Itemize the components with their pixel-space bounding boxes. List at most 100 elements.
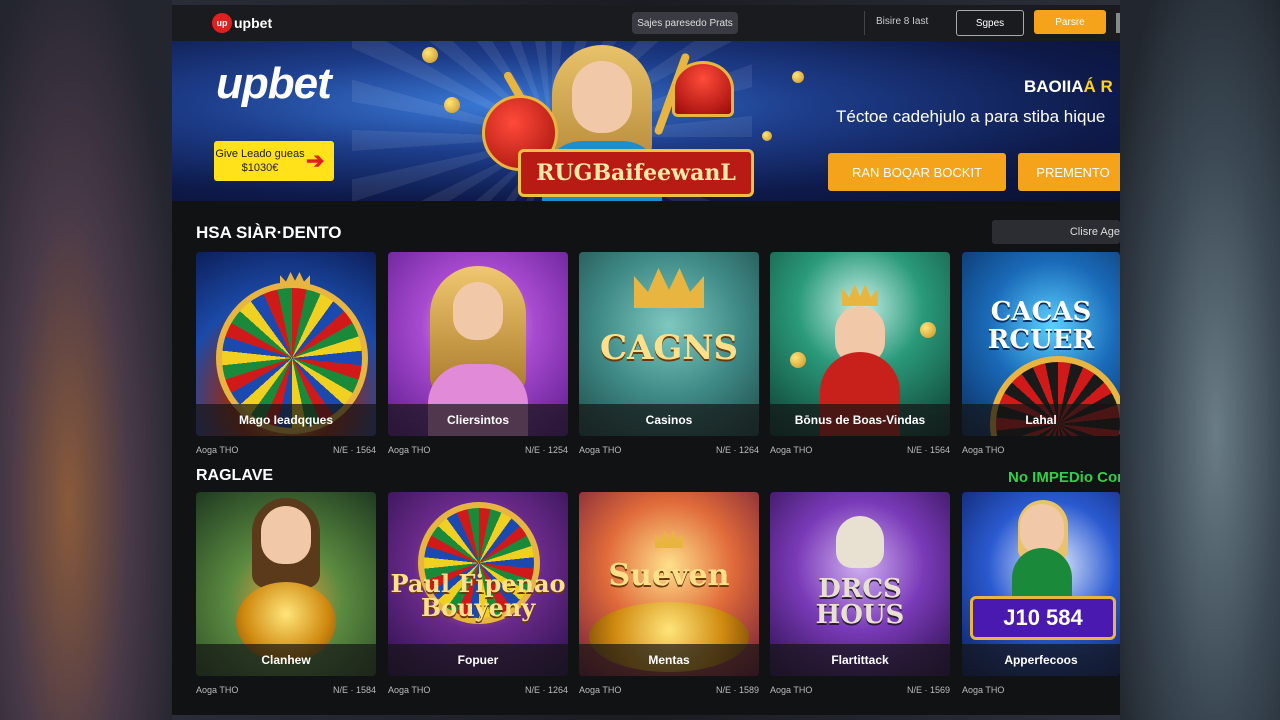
view-all-label: Clisre Age [1069, 226, 1120, 238]
game-provider: Aoga THO [770, 445, 813, 455]
search-button[interactable]: Sajes paresedo Prats [632, 12, 738, 34]
hero-title: BAOIIAÁ R [1024, 77, 1113, 97]
hero-banner[interactable]: upbet Give Leado gueas $1030€ ➔ RUGBaife… [172, 41, 1120, 201]
game-title: Lahal [962, 404, 1120, 436]
game-card[interactable]: CAGNS Casinos [579, 252, 759, 436]
game-meta-value: N/E · 1589 [715, 685, 759, 695]
game-meta: Aoga THO [962, 445, 1120, 455]
blurred-background-left [0, 0, 172, 720]
game-meta-value: N/E · 1584 [332, 685, 376, 695]
coin-icon [444, 97, 460, 113]
hero-primary-button[interactable]: RAN BOQAR BOCKIT [828, 153, 1006, 191]
game-provider: Aoga THO [196, 685, 239, 695]
hero-logo: upbet [216, 59, 332, 108]
game-meta-value: N/E · 1264 [715, 445, 759, 455]
hero-game-logo: RUGBaifeewanL [518, 149, 754, 197]
coin-icon [422, 47, 438, 63]
game-card[interactable]: Sueven Mentas [579, 492, 759, 676]
game-provider: Aoga THO [962, 445, 1005, 455]
divider [864, 11, 865, 35]
face-illustration [453, 282, 503, 340]
game-meta: Aoga THO N/E · 1264 [579, 445, 759, 455]
face-illustration [1020, 504, 1064, 554]
game-art-text: CACAS RCUER [987, 297, 1095, 355]
game-title: Cliersintos [388, 404, 568, 436]
header-logo-text: upbet [234, 15, 273, 31]
game-card[interactable]: Clanhew [196, 492, 376, 676]
casino-page: up upbet Sajes paresedo Prats Bisire 8 I… [172, 5, 1120, 715]
game-title: Casinos [579, 404, 759, 436]
promo-bonus-text: Give Leado gueas $1030€ [215, 148, 305, 174]
game-meta-value: N/E · 1564 [906, 445, 950, 455]
game-meta: Aoga THO N/E · 1264 [388, 685, 568, 695]
register-button[interactable]: Parsre [1034, 10, 1106, 34]
game-provider: Aoga THO [388, 445, 431, 455]
scrollbar-edge [1116, 13, 1120, 33]
game-card[interactable]: Bōnus de Boas-Vindas [770, 252, 950, 436]
game-meta: Aoga THO N/E · 1589 [579, 685, 759, 695]
skull-icon [836, 516, 884, 568]
logo-badge-icon: up [212, 13, 232, 33]
game-art-text: CAGNS [599, 328, 739, 368]
game-meta: Aoga THO N/E · 1564 [770, 445, 950, 455]
hero-subtitle: Téctoe cadehjulo a para stiba hique [836, 107, 1106, 126]
game-meta: Aoga THO N/E · 1564 [196, 445, 376, 455]
game-title: Mentas [579, 644, 759, 676]
login-button[interactable]: Sgpes [956, 10, 1024, 36]
arrow-right-icon: ➔ [306, 148, 325, 173]
game-provider: Aoga THO [388, 685, 431, 695]
game-meta-value: N/E · 1569 [906, 685, 950, 695]
crown-icon [655, 530, 683, 548]
game-meta: Aoga THO N/E · 1254 [388, 445, 568, 455]
game-title: Clanhew [196, 644, 376, 676]
game-card[interactable]: DRCS HOUS Flartittack [770, 492, 950, 676]
hero-title-part2: Á R [1083, 77, 1113, 96]
game-meta-value: N/E · 1264 [524, 685, 568, 695]
crown-icon [280, 272, 310, 288]
game-provider: Aoga THO [579, 445, 622, 455]
blurred-background-right [1120, 0, 1280, 720]
game-title: Fopuer [388, 644, 568, 676]
game-card[interactable]: Cliersintos [388, 252, 568, 436]
game-provider: Aoga THO [196, 445, 239, 455]
game-card[interactable]: Paul Fipenao Bouyeny Fopuer [388, 492, 568, 676]
game-meta-value: N/E · 1564 [332, 445, 376, 455]
header-logo[interactable]: up upbet [212, 13, 272, 33]
game-art-text: Sueven [608, 558, 730, 593]
crown-icon [634, 268, 704, 308]
game-art-text: DRCS HOUS [815, 574, 905, 630]
game-card[interactable]: CACAS RCUER Lahal [962, 252, 1120, 436]
game-card[interactable]: J10 584 Apperfecoos [962, 492, 1120, 676]
game-art-text: Paul Fipenao Bouyeny [390, 569, 566, 622]
game-meta: Aoga THO N/E · 1569 [770, 685, 950, 695]
coin-icon [792, 71, 804, 83]
woman-face-illustration [572, 61, 632, 133]
jackpot-badge: J10 584 [970, 596, 1116, 640]
game-meta-value: N/E · 1254 [524, 445, 568, 455]
coin-icon [762, 131, 772, 141]
game-title: Apperfecoos [962, 644, 1120, 676]
game-provider: Aoga THO [770, 685, 813, 695]
game-meta: Aoga THO [962, 685, 1120, 695]
game-provider: Aoga THO [962, 685, 1005, 695]
face-illustration [261, 506, 311, 564]
game-provider: Aoga THO [579, 685, 622, 695]
section-title: RAGLAVE [196, 467, 274, 484]
section-link[interactable]: No IMPEDio Con [1008, 469, 1120, 486]
game-title: Flartittack [770, 644, 950, 676]
hero-secondary-button[interactable]: PREMENTO [1018, 153, 1120, 191]
coin-icon [920, 322, 936, 338]
game-title: Bōnus de Boas-Vindas [770, 404, 950, 436]
crown-icon [842, 284, 878, 306]
hero-title-part1: BAOIIA [1024, 77, 1084, 96]
view-all-button[interactable]: Clisre Age [992, 220, 1120, 244]
top-navigation-bar: up upbet Sajes paresedo Prats Bisire 8 I… [172, 5, 1120, 42]
promo-bonus-button[interactable]: Give Leado gueas $1030€ ➔ [214, 141, 334, 181]
game-meta: Aoga THO N/E · 1584 [196, 685, 376, 695]
game-title: Mago Ieadqques [196, 404, 376, 436]
coin-icon [790, 352, 806, 368]
game-card[interactable]: Mago Ieadqques [196, 252, 376, 436]
header-link[interactable]: Bisire 8 Iast [876, 16, 928, 27]
section-title: HSA SIÀR·DENTO [196, 223, 342, 242]
horn-illustration [672, 61, 734, 117]
